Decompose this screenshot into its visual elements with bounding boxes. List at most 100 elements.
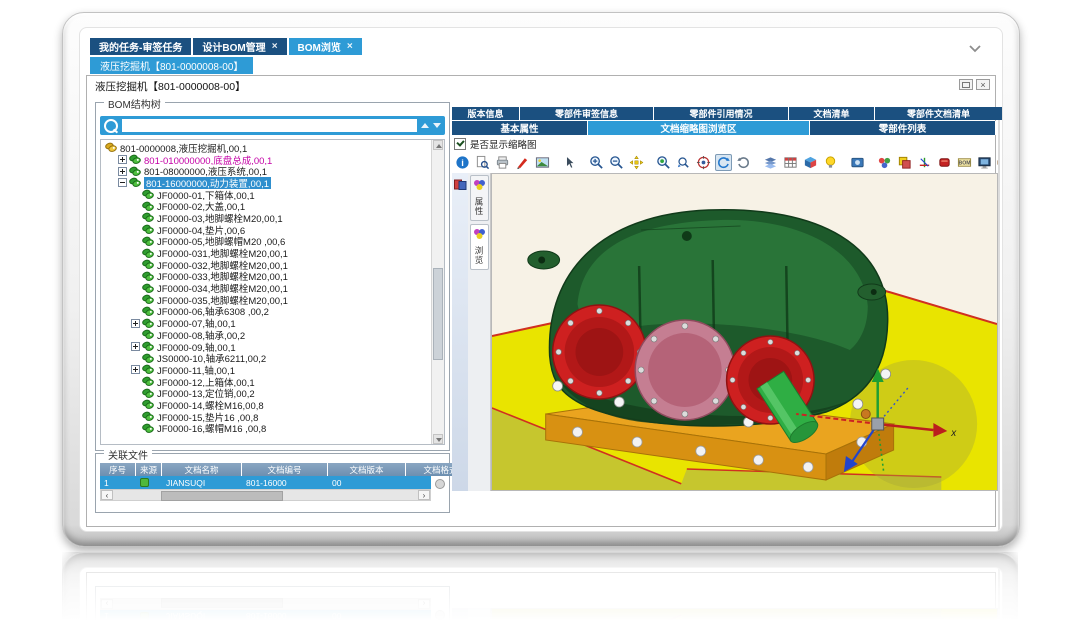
related-files-panel-title: 关联文件 (104, 447, 152, 462)
tree-item-label: JF0000-04,垫片,00,6 (157, 224, 245, 236)
tree-item[interactable]: JF0000-03,地脚螺栓M20,00,1 (102, 212, 431, 224)
tree-item[interactable]: JF0000-035,地脚螺栓M20,00,1 (102, 294, 431, 306)
detail-tab-0[interactable]: 版本信息 (452, 107, 520, 120)
assembly-cube-icon[interactable] (802, 154, 819, 171)
viewer-canvas[interactable]: x (491, 173, 998, 491)
expand-icon[interactable] (131, 319, 140, 328)
tree-item[interactable]: 801-010000000,底盘总成,00,1 (102, 154, 431, 166)
top-tab-1[interactable]: 设计BOM管理× (193, 38, 286, 55)
tab-close-icon[interactable]: × (347, 42, 353, 52)
tree-item[interactable]: 801-0000008,液压挖掘机,00,1 (102, 142, 431, 154)
rotate-free-icon[interactable] (735, 154, 752, 171)
detail-tab-4[interactable]: 零部件文档清单 (875, 107, 1003, 120)
part-link-icon (142, 189, 154, 200)
expand-icon[interactable] (131, 365, 140, 374)
file-cell-name: JIANSUQI (162, 476, 242, 489)
tree-item[interactable]: JF0000-08,轴承,00,2 (102, 329, 431, 341)
scroll-right-icon[interactable]: › (418, 490, 430, 500)
tree-item-label: JF0000-13,定位销,00,2 (157, 387, 255, 399)
detail-tab-3[interactable]: 文档清单 (789, 107, 875, 120)
detail-tab-1[interactable]: 零部件审签信息 (520, 107, 654, 120)
rotate-icon[interactable] (715, 154, 732, 171)
scroll-left-icon[interactable]: ‹ (101, 490, 113, 500)
tab-close-icon[interactable]: × (272, 42, 278, 52)
restore-icon[interactable] (959, 79, 973, 90)
zoom-fit-icon[interactable] (628, 154, 645, 171)
scroll-thumb[interactable] (433, 268, 443, 360)
tree-item[interactable]: JF0000-033,地脚螺栓M20,00,1 (102, 271, 431, 283)
zoom-out-icon[interactable] (608, 154, 625, 171)
detail-subtab-0[interactable]: 基本属性 (452, 121, 588, 135)
table-grid-icon[interactable] (782, 154, 799, 171)
print-icon[interactable] (494, 154, 511, 171)
clipped-icon[interactable] (996, 154, 998, 171)
document-tab[interactable]: 液压挖掘机【801-0000008-00】 (90, 57, 253, 74)
tree-item[interactable]: JF0000-15,垫片16 ,00,8 (102, 411, 431, 423)
tree-item[interactable]: JF0000-031,地脚螺栓M20,00,1 (102, 247, 431, 259)
detail-subtab-2[interactable]: 零部件列表 (810, 121, 996, 135)
top-tab-2[interactable]: BOM浏览× (289, 38, 362, 55)
tree-item-label: JF0000-15,垫片16 ,00,8 (157, 411, 258, 423)
info-icon[interactable]: i (454, 154, 471, 171)
tree-item[interactable]: JF0000-06,轴承6308 ,00,2 (102, 306, 431, 318)
tree-item[interactable]: JF0000-01,下箱体,00,1 (102, 189, 431, 201)
tree-item[interactable]: JF0000-02,大盖,00,1 (102, 200, 431, 212)
select-cursor-icon[interactable] (561, 154, 578, 171)
hscroll-thumb[interactable] (161, 491, 283, 501)
table-row[interactable]: 1JIANSUQI801-1600000 (100, 476, 431, 489)
zoom-dynamic-icon[interactable] (675, 154, 692, 171)
zoom-window-icon[interactable] (655, 154, 672, 171)
expand-icon[interactable] (118, 155, 127, 164)
markup-icon[interactable] (896, 154, 913, 171)
tree-item[interactable]: JF0000-04,垫片,00,6 (102, 224, 431, 236)
viewer-side-tab-2[interactable]: 浏览 (470, 224, 489, 270)
solid-render-icon[interactable] (936, 154, 953, 171)
tree-item[interactable]: JF0000-14,螺栓M16,00,8 (102, 399, 431, 411)
tree-item[interactable]: JS0000-10,轴承6211,00,2 (102, 352, 431, 364)
light-icon[interactable] (822, 154, 839, 171)
annotate-icon[interactable] (514, 154, 531, 171)
top-tab-0[interactable]: 我的任务-审签任务 (90, 38, 191, 55)
image-edit-icon[interactable] (534, 154, 551, 171)
tree-scrollbar[interactable] (431, 140, 444, 444)
tree-item[interactable]: JF0000-09,轴,00,1 (102, 341, 431, 353)
axes-icon[interactable] (916, 154, 933, 171)
tree-item[interactable]: JF0000-13,定位销,00,2 (102, 387, 431, 399)
scroll-up-icon[interactable] (433, 140, 443, 150)
thumbnail-checkbox[interactable] (454, 138, 466, 150)
tree-item[interactable]: 801-16000000,动力装置,00,1 (102, 177, 431, 189)
child-window-title: 液压挖掘机【801-0000008-00】 (95, 79, 246, 94)
search-prev-icon[interactable] (421, 123, 429, 128)
files-hscrollbar[interactable]: ‹ › (100, 489, 431, 501)
orbit-target-icon[interactable] (695, 154, 712, 171)
close-icon[interactable]: × (976, 79, 990, 90)
bom-icon[interactable]: BOM (956, 154, 973, 171)
files-scroll-knob[interactable] (435, 479, 445, 489)
collapse-icon[interactable] (118, 178, 127, 187)
page: 我的任务-审签任务设计BOM管理×BOM浏览× 液压挖掘机【801-000000… (0, 0, 1080, 620)
print-preview-icon[interactable] (474, 154, 491, 171)
zoom-in-icon[interactable] (588, 154, 605, 171)
tree-item[interactable]: JF0000-034,地脚螺栓M20,00,1 (102, 282, 431, 294)
expand-icon[interactable] (131, 342, 140, 351)
viewer-panel-icon[interactable] (454, 178, 467, 190)
scroll-down-icon[interactable] (433, 434, 443, 444)
tree-item[interactable]: JF0000-05,地脚螺帽M20 ,00,6 (102, 236, 431, 248)
tree-item[interactable]: JF0000-07,轴,00,1 (102, 317, 431, 329)
screen-icon[interactable] (976, 154, 993, 171)
tree-item[interactable]: JF0000-11,轴,00,1 (102, 364, 431, 376)
explode-icon[interactable] (876, 154, 893, 171)
snapshot-icon[interactable] (849, 154, 866, 171)
expand-icon[interactable] (118, 167, 127, 176)
collapse-chevron-icon[interactable] (968, 41, 982, 51)
search-input[interactable] (122, 119, 417, 132)
tree-item[interactable]: JF0000-032,地脚螺栓M20,00,1 (102, 259, 431, 271)
tree-item[interactable]: JF0000-12,上箱体,00,1 (102, 376, 431, 388)
detail-tab-2[interactable]: 零部件引用情况 (654, 107, 789, 120)
layers-icon[interactable] (762, 154, 779, 171)
detail-subtab-1[interactable]: 文档缩略图浏览区 (588, 121, 810, 135)
search-next-icon[interactable] (433, 123, 441, 128)
tree-item[interactable]: JF0000-16,螺帽M16 ,00,8 (102, 423, 431, 435)
viewer-side-tab-1[interactable]: 属性 (470, 175, 489, 221)
tree-item[interactable]: 801-08000000,液压系统,00,1 (102, 165, 431, 177)
